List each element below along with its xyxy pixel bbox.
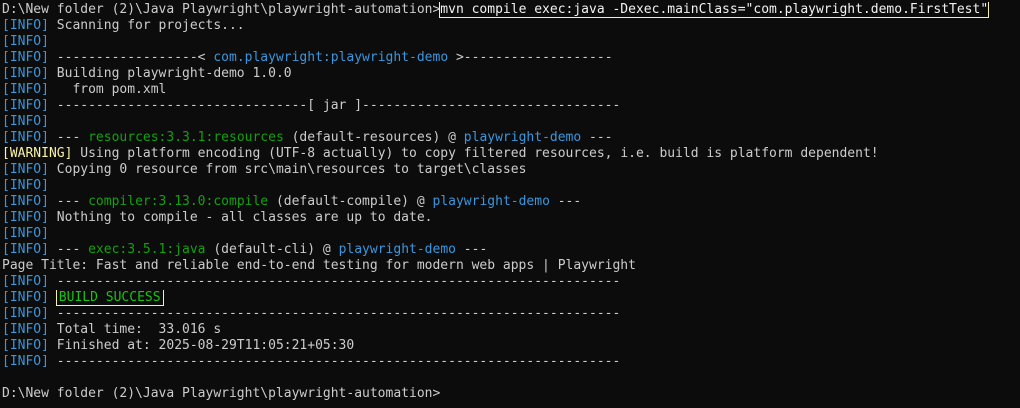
- output-line: [INFO] Building playwright-demo 1.0.0: [2, 66, 1020, 82]
- warning-tag: [WARNING]: [2, 146, 73, 161]
- output-text: ----------------------------------------…: [48, 274, 621, 289]
- output-line: [INFO]: [2, 178, 1020, 194]
- output-line: [INFO] --- exec:3.5.1:java (default-cli)…: [2, 242, 1020, 258]
- output-line: [INFO] BUILD SUCCESS: [2, 290, 1020, 306]
- output-text: ----------------------------------------…: [48, 354, 621, 369]
- info-tag: [INFO]: [2, 34, 49, 49]
- output-text: (default-compile) @: [268, 194, 433, 209]
- info-tag: [INFO]: [2, 66, 49, 81]
- output-text: ---: [48, 242, 89, 257]
- output-text: ---: [549, 194, 582, 209]
- output-text: --------------------------------[ jar ]-…: [48, 98, 621, 113]
- prompt-path[interactable]: D:\New folder (2)\Java Playwright\playwr…: [2, 386, 440, 401]
- artifact-id: com.playwright:playwright-demo: [213, 50, 449, 65]
- info-tag: [INFO]: [2, 306, 49, 321]
- output-text: ---: [48, 194, 89, 209]
- info-tag: [INFO]: [2, 114, 49, 129]
- output-text: ---: [48, 130, 89, 145]
- output-line: [INFO] ---------------------------------…: [2, 306, 1020, 322]
- info-tag: [INFO]: [2, 290, 49, 305]
- total-time: Total time: 33.016 s: [48, 322, 222, 337]
- output-text: ---: [455, 242, 488, 257]
- info-tag: [INFO]: [2, 242, 49, 257]
- output-line: [INFO] --------------------------------[…: [2, 98, 1020, 114]
- build-success-badge: BUILD SUCCESS: [55, 290, 164, 306]
- info-tag: [INFO]: [2, 162, 49, 177]
- info-tag: [INFO]: [2, 50, 49, 65]
- project-name: playwright-demo: [338, 242, 456, 257]
- output-line: [INFO] --- resources:3.3.1:resources (de…: [2, 130, 1020, 146]
- info-tag: [INFO]: [2, 274, 49, 289]
- output-text: Scanning for projects...: [48, 18, 245, 33]
- output-text: >-------------------: [448, 50, 613, 65]
- info-tag: [INFO]: [2, 130, 49, 145]
- page-title-output: Page Title: Fast and reliable end-to-end…: [2, 258, 1020, 274]
- output-line: [INFO] --- compiler:3.13.0:compile (defa…: [2, 194, 1020, 210]
- output-line: [INFO]: [2, 34, 1020, 50]
- plugin-goal: compiler:3.13.0:compile: [88, 194, 269, 209]
- output-line: [INFO] Total time: 33.016 s: [2, 322, 1020, 338]
- output-line: [INFO] from pom.xml: [2, 82, 1020, 98]
- output-text: Using platform encoding (UTF-8 actually)…: [72, 146, 879, 161]
- output-line: [INFO] Nothing to compile - all classes …: [2, 210, 1020, 226]
- info-tag: [INFO]: [2, 226, 49, 241]
- info-tag: [INFO]: [2, 82, 49, 97]
- project-name: playwright-demo: [463, 130, 582, 145]
- output-line: [INFO] ------------------< com.playwrigh…: [2, 50, 1020, 66]
- output-line: [INFO] Scanning for projects...: [2, 18, 1020, 34]
- info-tag: [INFO]: [2, 338, 49, 353]
- output-text: ---: [581, 130, 613, 145]
- plugin-goal: exec:3.5.1:java: [88, 242, 206, 257]
- output-text: Page Title: Fast and reliable end-to-end…: [2, 258, 636, 273]
- output-text: (default-resources) @: [283, 130, 464, 145]
- info-tag: [INFO]: [2, 322, 49, 337]
- info-tag: [INFO]: [2, 18, 49, 33]
- prompt-path: D:\New folder (2)\Java Playwright\playwr…: [2, 2, 441, 17]
- output-line: [INFO] Copying 0 resource from src\main\…: [2, 162, 1020, 178]
- project-name: playwright-demo: [432, 194, 550, 209]
- command-input[interactable]: mvn compile exec:java -Dexec.mainClass="…: [439, 2, 990, 18]
- output-text: ------------------<: [48, 50, 214, 65]
- output-text: ----------------------------------------…: [48, 306, 621, 321]
- output-line: [INFO] Finished at: 2025-08-29T11:05:21+…: [2, 338, 1020, 354]
- terminal-window[interactable]: D:\New folder (2)\Java Playwright\playwr…: [0, 0, 1020, 408]
- output-text: Building playwright-demo 1.0.0: [48, 66, 292, 81]
- output-line: [INFO] ---------------------------------…: [2, 274, 1020, 290]
- info-tag: [INFO]: [2, 210, 49, 225]
- info-tag: [INFO]: [2, 98, 49, 113]
- output-line: [INFO] ---------------------------------…: [2, 354, 1020, 370]
- final-prompt-line[interactable]: D:\New folder (2)\Java Playwright\playwr…: [2, 386, 1020, 402]
- output-text: Nothing to compile - all classes are up …: [48, 210, 433, 225]
- finished-at: Finished at: 2025-08-29T11:05:21+05:30: [48, 338, 355, 353]
- output-text: from pom.xml: [48, 82, 167, 97]
- plugin-goal: resources:3.3.1:resources: [88, 130, 284, 145]
- command-line: D:\New folder (2)\Java Playwright\playwr…: [2, 2, 1020, 18]
- output-text: Copying 0 resource from src\main\resourc…: [48, 162, 527, 177]
- info-tag: [INFO]: [2, 194, 49, 209]
- output-line: [INFO]: [2, 114, 1020, 130]
- info-tag: [INFO]: [2, 354, 49, 369]
- output-text: (default-cli) @: [205, 242, 339, 257]
- output-line: [INFO]: [2, 226, 1020, 242]
- output-line: [WARNING] Using platform encoding (UTF-8…: [2, 146, 1020, 162]
- info-tag: [INFO]: [2, 178, 49, 193]
